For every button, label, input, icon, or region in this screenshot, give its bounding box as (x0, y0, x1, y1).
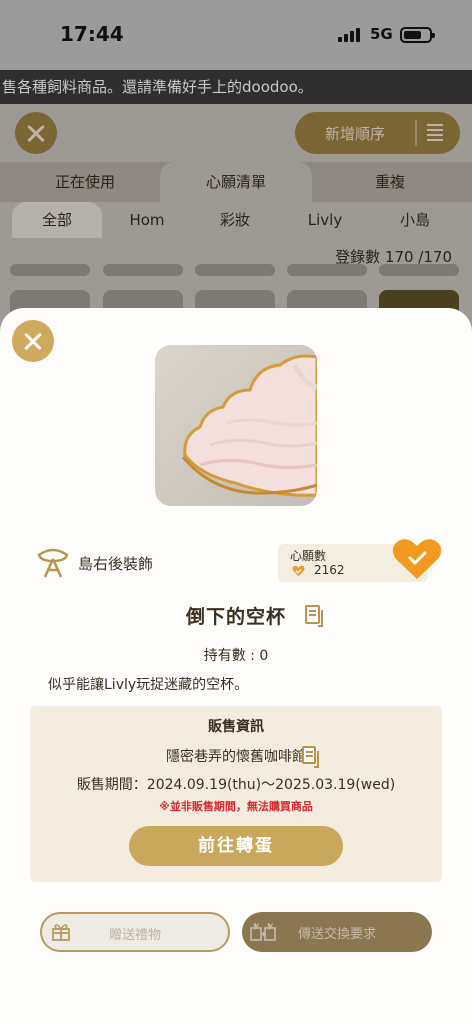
sale-info-box: 販售資訊 隱密巷弄的懷舊咖啡館 販售期間：2024.09.19(thu)〜202… (30, 706, 442, 882)
trade-label: 傳送交換要求 (297, 927, 376, 942)
announcement-marquee: 售各種飼料商品。還請準備好手上的doodoo。 (0, 70, 472, 104)
close-icon[interactable] (12, 320, 54, 362)
item-tile[interactable] (195, 264, 275, 276)
item-tile[interactable] (287, 264, 367, 276)
network-label: 5G (370, 25, 393, 43)
add-order-label: 新增順序 (325, 125, 386, 143)
tab-bar: 正在使用 心願清單 重複 (0, 162, 472, 202)
sort-icon (427, 124, 443, 142)
owned-count: 持有數 : 0 (203, 648, 269, 664)
document-icon[interactable] (305, 605, 323, 627)
wish-label: 心願數 (290, 549, 327, 563)
item-description: 似乎能讓Livly玩捉迷藏的空杯。 (48, 677, 249, 693)
tab-wishlist[interactable]: 心願清單 (160, 162, 312, 202)
add-order-button[interactable]: 新增順序 (295, 112, 460, 154)
item-tile[interactable] (379, 264, 459, 276)
signal-icon (338, 28, 362, 42)
send-trade-request-button[interactable]: 傳送交換要求 (242, 912, 432, 952)
item-name-row: 倒下的空杯 (0, 602, 472, 629)
item-image (155, 345, 317, 506)
wishlist-heart-icon[interactable] (392, 537, 442, 581)
status-bar: 17:44 5G (0, 0, 472, 70)
tab-in-use[interactable]: 正在使用 (30, 162, 140, 202)
send-gift-button[interactable]: 贈送禮物 (40, 912, 230, 952)
tab-duplicate[interactable]: 重複 (335, 162, 445, 202)
item-tile[interactable] (103, 264, 183, 276)
gift-label: 贈送禮物 (108, 928, 161, 943)
sale-warning: ※並非販售期間，無法購買商品 (159, 800, 313, 813)
battery-icon (400, 27, 435, 43)
subtab-hom[interactable]: Hom (112, 202, 182, 238)
shop-name: 隱密巷弄的懷舊咖啡館 (166, 749, 306, 765)
designer-icon (37, 548, 69, 578)
subtab-bar: 全部 Hom 彩妝 Livly 小島 (0, 202, 472, 238)
heart-icon (292, 565, 305, 576)
subtab-livly[interactable]: Livly (290, 202, 360, 238)
item-name: 倒下的空杯 (185, 606, 286, 628)
sale-period: 販售期間：2024.09.19(thu)〜2025.03.19(wed) (76, 777, 396, 793)
go-to-gacha-button[interactable]: 前往轉蛋 (129, 826, 343, 866)
wish-count: 2162 (314, 563, 345, 577)
subtab-makeup[interactable]: 彩妝 (200, 202, 270, 238)
subtab-island[interactable]: 小島 (380, 202, 450, 238)
divider (415, 120, 417, 146)
item-tile[interactable] (10, 264, 90, 276)
subtab-all[interactable]: 全部 (12, 202, 102, 238)
close-icon[interactable] (15, 112, 57, 154)
designer-name: 島右後裝飾 (78, 555, 154, 573)
sale-title: 販售資訊 (208, 719, 264, 735)
item-detail-modal: 島右後裝飾 心願數 2162 倒下的空杯 持有數 : 0 似乎能讓Livly玩捉… (0, 308, 472, 1024)
document-icon[interactable] (302, 746, 319, 768)
sale-shop: 隱密巷弄的懷舊咖啡館 (30, 746, 442, 766)
status-time: 17:44 (60, 22, 124, 46)
